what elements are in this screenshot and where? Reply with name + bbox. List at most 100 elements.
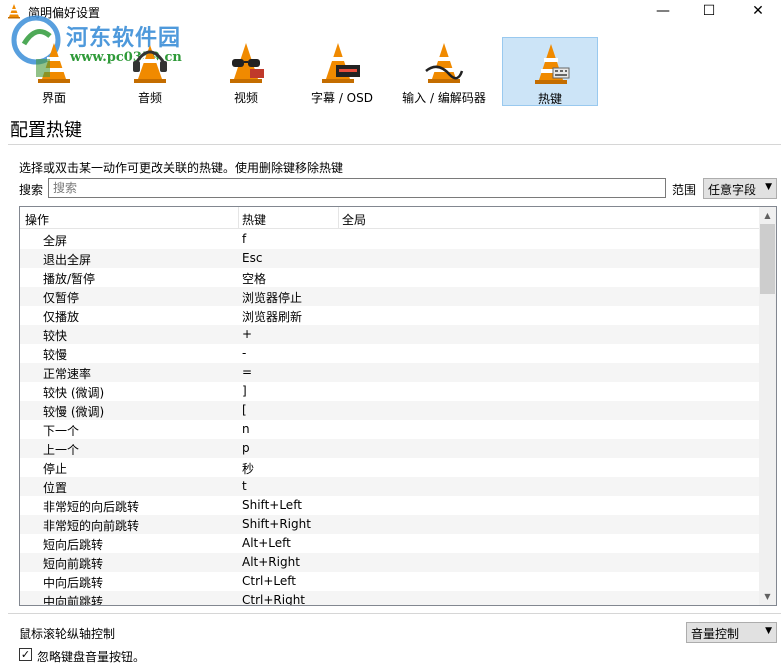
ignore-volume-keys-checkbox[interactable]: ✓ <box>19 648 32 661</box>
table-row[interactable]: 较快 + <box>20 325 760 344</box>
category-label: 视频 <box>233 91 258 105</box>
action-cell: 短向后跳转 <box>43 538 104 552</box>
hotkey-cell: ] <box>242 384 247 398</box>
maximize-button[interactable]: ☐ <box>686 0 732 24</box>
scrollbar-thumb[interactable] <box>760 224 775 294</box>
table-row[interactable]: 播放/暂停 空格 <box>20 268 760 287</box>
table-row[interactable]: 退出全屏 Esc <box>20 249 760 268</box>
table-row[interactable]: 仅播放 浏览器刷新 <box>20 306 760 325</box>
table-row[interactable]: 中向后跳转 Ctrl+Left <box>20 572 760 591</box>
action-cell: 上一个 <box>43 443 80 457</box>
hotkey-cell: Alt+Left <box>242 536 291 550</box>
action-cell: 非常短的向前跳转 <box>43 519 140 533</box>
category-video[interactable]: 视频 <box>198 37 294 106</box>
scroll-up-arrow-icon[interactable]: ▲ <box>759 207 776 224</box>
divider <box>8 613 781 614</box>
mouse-wheel-dropdown[interactable]: 音量控制 ▼ <box>686 622 777 643</box>
scope-value: 任意字段 <box>708 183 757 197</box>
action-cell: 播放/暂停 <box>43 272 96 286</box>
action-cell: 正常速率 <box>43 367 92 381</box>
category-audio[interactable]: 音频 <box>102 37 198 106</box>
hotkey-cell: 浏览器刷新 <box>242 310 303 324</box>
window-title: 简明偏好设置 <box>28 6 101 20</box>
table-row[interactable]: 较慢 (微调) [ <box>20 401 760 420</box>
scope-dropdown[interactable]: 任意字段 ▼ <box>703 178 777 199</box>
mouse-wheel-value: 音量控制 <box>691 627 740 641</box>
action-cell: 短向前跳转 <box>43 557 104 571</box>
table-row[interactable]: 短向前跳转 Alt+Right <box>20 553 760 572</box>
ignore-volume-keys-label: 忽略键盘音量按钮。 <box>37 650 146 663</box>
hotkey-cell: + <box>242 327 253 341</box>
action-cell: 较快 (微调) <box>43 386 105 400</box>
table-header: 操作 热键 全局 <box>20 207 760 229</box>
hotkey-cell: 浏览器停止 <box>242 291 303 305</box>
category-label: 输入 / 编解码器 <box>402 91 486 105</box>
table-row[interactable]: 非常短的向后跳转 Shift+Left <box>20 496 760 515</box>
section-title: 配置热键 <box>10 120 82 141</box>
column-header-hotkey[interactable]: 热键 <box>242 211 266 228</box>
instruction-text: 选择或双击某一动作可更改关联的热键。使用删除键移除热键 <box>19 161 344 175</box>
hotkey-cell: Esc <box>242 251 263 265</box>
action-cell: 非常短的向后跳转 <box>43 500 140 514</box>
category-label: 字幕 / OSD <box>311 91 373 105</box>
action-cell: 全屏 <box>43 234 68 248</box>
scroll-down-arrow-icon[interactable]: ▼ <box>759 588 776 605</box>
hotkey-cell: [ <box>242 403 247 417</box>
category-subtitles-osd[interactable]: 字幕 / OSD <box>294 37 390 106</box>
hotkeys-table[interactable]: 操作 热键 全局 全屏 f 退出全屏 Esc 播放/暂停 空格仅暂停 浏览器停止仅播放 浏览器… <box>19 206 777 606</box>
table-row[interactable]: 停止 秒 <box>20 458 760 477</box>
table-row[interactable]: 非常短的向前跳转 Shift+Right <box>20 515 760 534</box>
video-glasses-cone-icon <box>230 43 264 83</box>
minimize-button[interactable]: — <box>640 0 686 24</box>
category-label: 音频 <box>137 91 162 105</box>
table-row[interactable]: 中向前跳转 Ctrl+Right <box>20 591 760 606</box>
category-interface[interactable]: 界面 <box>6 37 102 106</box>
column-header-global[interactable]: 全局 <box>342 211 366 228</box>
hotkey-cell: f <box>242 232 247 246</box>
hotkey-cell: Ctrl+Right <box>242 593 306 606</box>
close-button[interactable]: ✕ <box>735 0 781 24</box>
hotkey-cell: Ctrl+Left <box>242 574 296 588</box>
table-row[interactable]: 全屏 f <box>20 230 760 249</box>
table-body: 全屏 f 退出全屏 Esc 播放/暂停 空格仅暂停 浏览器停止仅播放 浏览器刷新 较快 + 较慢 - 正… <box>20 230 760 606</box>
table-row[interactable]: 上一个 p <box>20 439 760 458</box>
vertical-scrollbar[interactable]: ▲ ▼ <box>759 207 776 605</box>
column-header-action[interactable]: 操作 <box>25 211 49 228</box>
action-cell: 停止 <box>43 462 68 476</box>
table-row[interactable]: 短向后跳转 Alt+Left <box>20 534 760 553</box>
hotkey-cell: 秒 <box>242 462 255 476</box>
category-toolbar: 界面 音频 视频 字幕 / OSD 输入 / 编解码器 热键 <box>0 34 781 108</box>
search-label: 搜索 <box>19 183 44 197</box>
input-codecs-cone-icon <box>425 43 464 83</box>
table-row[interactable]: 较快 (微调)] <box>20 382 760 401</box>
action-cell: 位置 <box>43 481 68 495</box>
audio-headphones-cone-icon <box>133 45 167 83</box>
title-bar: 简明偏好设置 — ☐ ✕ <box>0 0 781 24</box>
table-row[interactable]: 下一个 n <box>20 420 760 439</box>
hotkeys-cone-icon <box>535 44 570 84</box>
table-row[interactable]: 仅暂停 浏览器停止 <box>20 287 760 306</box>
category-hotkeys[interactable]: 热键 <box>502 37 598 106</box>
category-label: 界面 <box>41 91 66 105</box>
search-input[interactable] <box>48 178 666 198</box>
chevron-down-icon: ▼ <box>765 182 772 192</box>
action-cell: 中向后跳转 <box>43 576 104 590</box>
action-cell: 仅播放 <box>43 310 80 324</box>
category-input-codecs[interactable]: 输入 / 编解码器 <box>390 37 498 106</box>
hotkey-cell: - <box>242 346 247 360</box>
action-cell: 较慢 <box>43 348 68 362</box>
table-row[interactable]: 位置 t <box>20 477 760 496</box>
vlc-cone-icon <box>8 4 20 19</box>
table-row[interactable]: 正常速率 = <box>20 363 760 382</box>
hotkey-cell: 空格 <box>242 272 267 286</box>
hotkey-cell: Shift+Left <box>242 498 302 512</box>
mouse-wheel-label: 鼠标滚轮纵轴控制 <box>19 627 116 641</box>
hotkey-cell: Alt+Right <box>242 555 300 569</box>
divider <box>8 144 781 145</box>
hotkey-cell: = <box>242 365 253 379</box>
scope-label: 范围 <box>672 183 697 197</box>
table-row[interactable]: 较慢 - <box>20 344 760 363</box>
column-divider <box>338 207 339 229</box>
action-cell: 仅暂停 <box>43 291 80 305</box>
chevron-down-icon: ▼ <box>765 626 772 636</box>
